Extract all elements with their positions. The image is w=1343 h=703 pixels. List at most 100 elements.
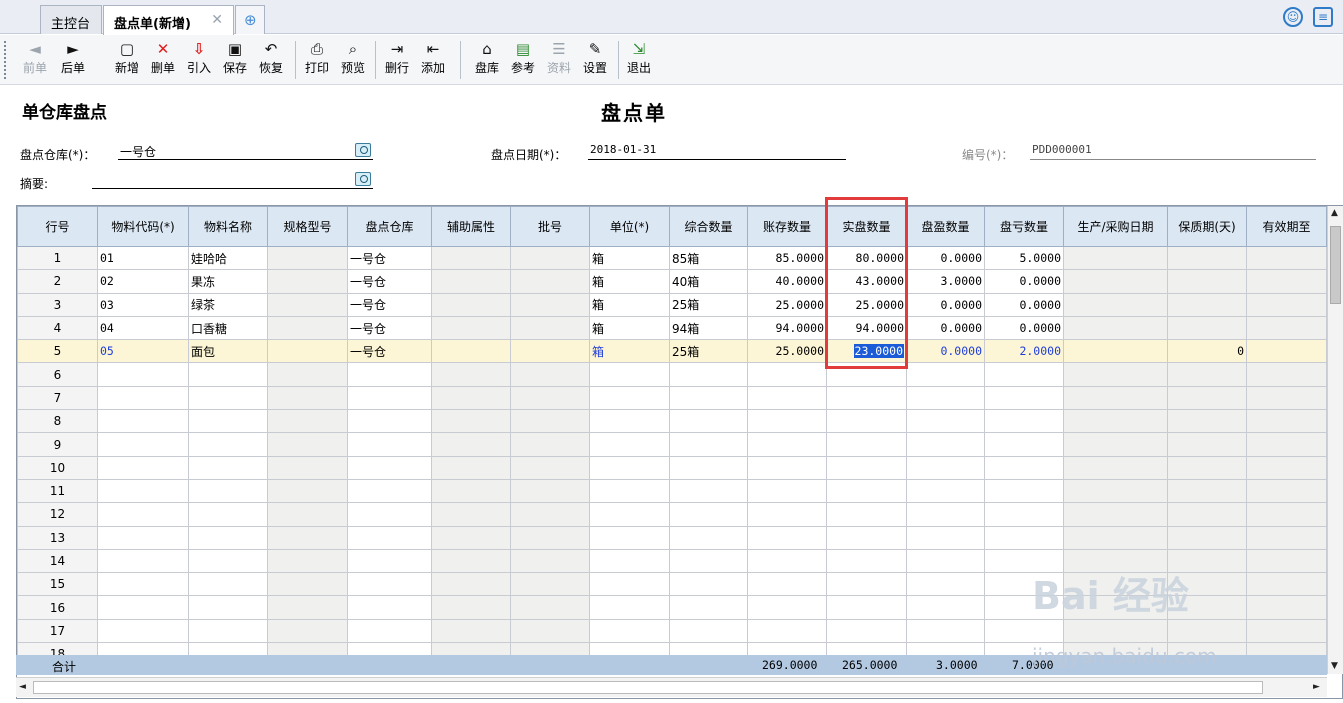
cell-loss[interactable]	[984, 432, 1064, 457]
cell-expiry[interactable]	[1246, 478, 1327, 504]
cell-loss[interactable]	[984, 362, 1064, 387]
column-header[interactable]: 批号	[510, 206, 590, 247]
cell-gain[interactable]	[906, 525, 985, 550]
cell-code[interactable]	[97, 525, 189, 550]
cell-loss[interactable]	[984, 525, 1064, 550]
cell-gain[interactable]	[906, 432, 985, 457]
cell-wh[interactable]	[347, 502, 432, 527]
delete-doc-button[interactable]: ✕ 删单	[146, 38, 180, 76]
cell-pdate[interactable]	[1063, 269, 1168, 294]
cell-mixed[interactable]	[669, 548, 748, 574]
cell-aux[interactable]	[431, 269, 511, 294]
column-header[interactable]: 规格型号	[267, 206, 348, 247]
cell-book[interactable]	[747, 618, 827, 644]
cell-gain[interactable]: 3.0000	[906, 269, 985, 294]
column-header[interactable]: 物料名称	[188, 206, 268, 247]
cell-unit[interactable]	[589, 362, 670, 387]
cell-name[interactable]: 娃哈哈	[188, 245, 268, 271]
cell-code[interactable]	[97, 478, 189, 504]
cell-unit[interactable]	[589, 432, 670, 457]
cell-gain[interactable]: 0.0000	[906, 292, 985, 317]
column-header[interactable]: 行号	[17, 206, 98, 247]
cell-book[interactable]	[747, 572, 827, 597]
cell-loss[interactable]	[984, 409, 1064, 434]
column-header[interactable]: 有效期至	[1246, 206, 1327, 247]
cell-gain[interactable]: 0.0000	[906, 339, 985, 364]
cell-aux[interactable]	[431, 385, 511, 411]
cell-book[interactable]	[747, 409, 827, 434]
cell-spec[interactable]	[267, 245, 348, 271]
column-header[interactable]: 盘亏数量	[984, 206, 1064, 247]
cell-loss[interactable]	[984, 618, 1064, 644]
cell-batch[interactable]	[510, 572, 590, 597]
cell-pdate[interactable]	[1063, 478, 1168, 504]
cell-aux[interactable]	[431, 245, 511, 271]
memo-lookup-icon[interactable]	[355, 172, 371, 186]
cell-mixed[interactable]: 85箱	[669, 245, 748, 271]
cell-spec[interactable]	[267, 618, 348, 644]
cell-mixed[interactable]	[669, 502, 748, 527]
cell-mixed[interactable]: 25箱	[669, 292, 748, 317]
cell-book[interactable]	[747, 548, 827, 574]
cell-book[interactable]: 85.0000	[747, 245, 827, 271]
cell-spec[interactable]	[267, 315, 348, 341]
table-row[interactable]: 7	[17, 385, 1327, 411]
cell-aux[interactable]	[431, 525, 511, 550]
cell-spec[interactable]	[267, 432, 348, 457]
cell-book[interactable]	[747, 502, 827, 527]
horizontal-scroll-thumb[interactable]	[33, 681, 1263, 694]
cell-unit[interactable]: 箱	[589, 292, 670, 317]
cell-name[interactable]	[188, 455, 268, 480]
cell-loss[interactable]: 0.0000	[984, 269, 1064, 294]
cell-code[interactable]	[97, 548, 189, 574]
warehouse-field[interactable]: 一号仓	[118, 143, 373, 160]
cell-code[interactable]: 03	[97, 292, 189, 317]
cell-batch[interactable]	[510, 362, 590, 387]
add-row-button[interactable]: ⇤ 添加	[416, 38, 450, 76]
cell-mixed[interactable]: 25箱	[669, 339, 748, 364]
cell-aux[interactable]	[431, 455, 511, 480]
cell-mixed[interactable]	[669, 385, 748, 411]
count-stock-button[interactable]: ⌂ 盘库	[470, 38, 504, 76]
cell-actual[interactable]	[826, 572, 907, 597]
cell-mixed[interactable]	[669, 478, 748, 504]
cell-expiry[interactable]	[1246, 339, 1327, 364]
table-row[interactable]: 3 03 绿茶 一号仓箱 25箱 25.0000 25.0000 0.0000 0.0000	[17, 292, 1327, 317]
cell-shelf[interactable]	[1167, 315, 1247, 341]
warehouse-lookup-icon[interactable]	[355, 143, 371, 157]
cell-wh[interactable]	[347, 409, 432, 434]
cell-name[interactable]	[188, 595, 268, 620]
cell-name[interactable]	[188, 548, 268, 574]
cell-actual[interactable]	[826, 502, 907, 527]
cell-pdate[interactable]	[1063, 385, 1168, 411]
cell-unit[interactable]	[589, 385, 670, 411]
cell-name[interactable]: 绿茶	[188, 292, 268, 317]
cell-mixed[interactable]: 40箱	[669, 269, 748, 294]
column-header[interactable]: 盘盈数量	[906, 206, 985, 247]
cell-book[interactable]	[747, 595, 827, 620]
cell-gain[interactable]	[906, 572, 985, 597]
cell-name[interactable]: 果冻	[188, 269, 268, 294]
cell-unit[interactable]	[589, 455, 670, 480]
table-row[interactable]: 6	[17, 362, 1327, 387]
cell-code[interactable]	[97, 385, 189, 411]
cell-aux[interactable]	[431, 292, 511, 317]
cell-aux[interactable]	[431, 432, 511, 457]
cell-code[interactable]	[97, 432, 189, 457]
horizontal-scrollbar[interactable]: ◄ ►	[16, 677, 1327, 697]
cell-expiry[interactable]	[1246, 595, 1327, 620]
table-row[interactable]: 11	[17, 478, 1327, 504]
cell-actual[interactable]	[826, 455, 907, 480]
cell-gain[interactable]	[906, 385, 985, 411]
cell-shelf[interactable]	[1167, 385, 1247, 411]
cell-expiry[interactable]	[1246, 572, 1327, 597]
cell-actual[interactable]	[826, 548, 907, 574]
cell-book[interactable]	[747, 455, 827, 480]
cell-name[interactable]	[188, 478, 268, 504]
delete-row-button[interactable]: ⇥ 删行	[380, 38, 414, 76]
cell-name[interactable]	[188, 502, 268, 527]
cell-expiry[interactable]	[1246, 618, 1327, 644]
number-field[interactable]: PDD000001	[1030, 143, 1316, 160]
table-row[interactable]: 13	[17, 525, 1327, 550]
cell-batch[interactable]	[510, 315, 590, 341]
